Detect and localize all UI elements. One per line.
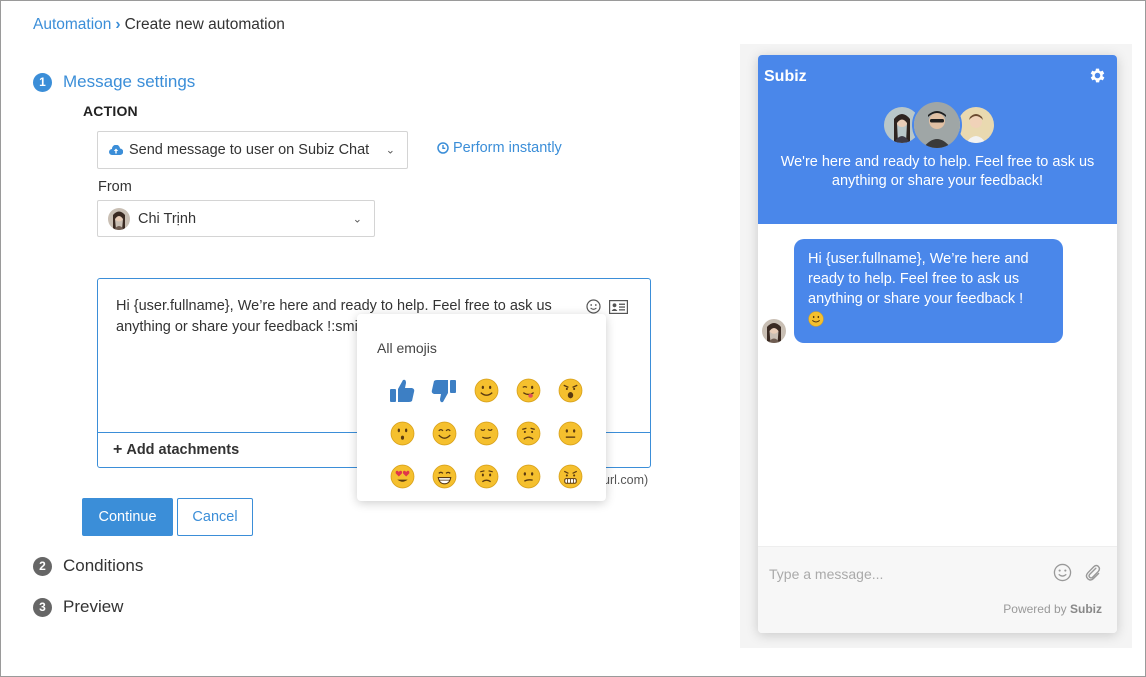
step-label: Conditions [63,556,144,575]
agent-avatar [956,105,996,145]
from-label: From [98,179,132,195]
step-number: 2 [33,556,52,576]
chat-welcome-text: We're here and ready to help. Feel free … [780,154,1095,189]
thumbs-up-icon[interactable] [381,369,423,412]
agent-message-avatar [762,319,786,343]
chat-message-text: Hi {user.fullname}, We’re here and ready… [808,251,1029,307]
agent-avatars [882,100,996,150]
action-select[interactable]: Send message to user on Subiz Chat ⌄ [97,131,408,169]
attachment-icon[interactable] [1084,563,1101,582]
continue-button[interactable]: Continue [82,498,173,536]
emoji-picker-icon[interactable] [586,299,601,314]
chat-brand: Subiz [764,68,807,85]
step-label: Preview [63,597,124,616]
step-preview[interactable]: 3 Preview [33,597,123,617]
action-label: ACTION [83,103,138,119]
perform-instantly-link[interactable]: Perform instantly [437,140,562,156]
sad-emoji-icon[interactable] [507,412,549,455]
tongue-wink-emoji-icon[interactable] [507,369,549,412]
step-number: 1 [33,72,52,92]
avatar [108,207,130,230]
smile-emoji-icon [808,311,824,327]
clock-icon [437,142,449,154]
action-select-value: Send message to user on Subiz Chat [129,142,370,158]
step-conditions[interactable]: 2 Conditions [33,556,143,576]
add-attachments-label: Add atachments [126,442,240,458]
step-label: Message settings [63,72,196,91]
cloud-upload-icon [109,145,123,155]
from-select-value: Chi Trịnh [138,210,197,227]
emoji-popup: All emojis [357,314,606,501]
smile-emoji-icon[interactable] [465,369,507,412]
emoji-grid [381,369,591,498]
chat-message-input[interactable]: Type a message... [769,566,883,582]
neutral-emoji-icon[interactable] [549,412,591,455]
angry-shout-emoji-icon[interactable] [549,369,591,412]
perform-instantly-label: Perform instantly [453,140,562,156]
happy-emoji-icon[interactable] [423,412,465,455]
chat-message-bubble: Hi {user.fullname}, We’re here and ready… [794,239,1063,343]
powered-by-brand[interactable]: Subiz [1070,602,1102,616]
thumbs-down-icon[interactable] [423,369,465,412]
agent-avatar [912,100,962,150]
tearful-smile-emoji-icon[interactable] [465,412,507,455]
chevron-down-icon: ⌄ [385,144,395,157]
grin-emoji-icon[interactable] [423,455,465,498]
confused-emoji-icon[interactable] [507,455,549,498]
chat-composer: Type a message... Powered by Subiz [758,546,1117,633]
gear-icon[interactable] [1088,66,1107,85]
chat-header: Subiz We're here and ready to help. Feel… [758,55,1117,224]
breadcrumb: Automation › Create new automation [33,16,285,34]
grimace-emoji-icon[interactable] [549,455,591,498]
step-number: 3 [33,597,52,617]
chat-composer-icons [1053,563,1101,582]
breadcrumb-automation-link[interactable]: Automation [33,16,111,33]
breadcrumb-separator: › [115,16,121,33]
powered-by-footer: Powered by Subiz [1003,602,1102,616]
worried-emoji-icon[interactable] [465,455,507,498]
powered-by-label: Powered by [1003,602,1067,616]
emoji-popup-title: All emojis [377,340,437,356]
heart-eyes-emoji-icon[interactable] [381,455,423,498]
page-title: Create new automation [124,16,285,33]
plus-icon: + [113,441,123,458]
cancel-button[interactable]: Cancel [177,498,253,536]
chat-widget: Subiz We're here and ready to help. Feel… [758,55,1117,633]
chevron-down-icon: ⌄ [352,213,362,225]
from-select[interactable]: Chi Trịnh ⌄ [97,200,375,237]
user-card-icon[interactable] [609,299,628,314]
surprised-emoji-icon[interactable] [381,412,423,455]
editor-tools [586,299,628,314]
emoji-icon[interactable] [1053,563,1072,582]
step-message-settings[interactable]: 1 Message settings [33,72,195,92]
editor-hint-text: url.com) [603,473,649,487]
